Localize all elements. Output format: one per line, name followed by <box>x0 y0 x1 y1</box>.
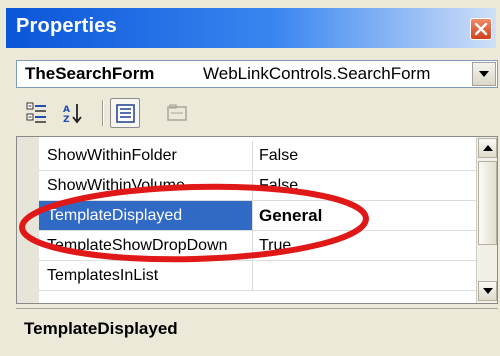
scroll-down-icon <box>483 288 493 294</box>
object-name: TheSearchForm <box>25 64 155 83</box>
chevron-down-icon <box>479 71 489 77</box>
property-name: ShowWithinVolume <box>39 171 253 200</box>
property-row-templates-in-list[interactable]: TemplatesInList <box>39 261 477 291</box>
categorized-button[interactable] <box>22 98 52 128</box>
categorized-icon <box>26 102 46 123</box>
svg-text:Z: Z <box>63 115 70 124</box>
property-row-template-displayed[interactable]: TemplateDisplayed General <box>39 201 477 231</box>
property-pages-button[interactable] <box>162 98 192 128</box>
property-value[interactable]: False <box>253 171 477 200</box>
scroll-thumb[interactable] <box>478 161 497 245</box>
property-name: TemplateShowDropDown <box>39 231 253 260</box>
object-dropdown-button[interactable] <box>472 62 496 86</box>
property-value[interactable] <box>253 261 477 290</box>
properties-icon <box>116 104 135 123</box>
property-row-show-within-folder[interactable]: ShowWithinFolder False <box>39 141 477 171</box>
window-title: Properties <box>16 15 117 37</box>
property-pages-icon <box>167 104 187 121</box>
object-type: WebLinkControls.SearchForm <box>203 64 431 83</box>
property-value[interactable]: False <box>253 141 477 170</box>
close-icon <box>474 22 488 36</box>
property-row-show-within-volume[interactable]: ShowWithinVolume False <box>39 171 477 201</box>
property-row-template-show-drop-down[interactable]: TemplateShowDropDown True <box>39 231 477 261</box>
svg-text:A: A <box>63 105 70 115</box>
property-grid: ShowWithinFolder False ShowWithinVolume … <box>16 136 498 304</box>
properties-window: Properties TheSearchForm WebLinkControls… <box>0 0 500 356</box>
property-name: TemplatesInList <box>39 261 253 290</box>
grid-margin <box>17 137 39 303</box>
alphabetical-icon: A Z <box>63 104 82 124</box>
properties-toolbar: A Z <box>16 94 498 134</box>
close-button[interactable] <box>470 18 492 40</box>
property-value[interactable]: True <box>253 231 477 260</box>
property-value[interactable]: General <box>253 201 477 230</box>
scroll-down-button[interactable] <box>478 281 497 301</box>
vertical-scrollbar[interactable] <box>476 137 497 303</box>
property-name: ShowWithinFolder <box>39 141 253 170</box>
toolbar-separator <box>102 100 103 126</box>
description-panel: TemplateDisplayed <box>16 308 498 352</box>
alphabetical-button[interactable]: A Z <box>58 98 88 128</box>
title-bar[interactable]: Properties <box>6 8 496 48</box>
properties-button[interactable] <box>110 98 140 128</box>
description-title: TemplateDisplayed <box>24 319 178 338</box>
scroll-up-button[interactable] <box>478 138 497 158</box>
scroll-up-icon <box>483 145 493 151</box>
property-name: TemplateDisplayed <box>39 201 253 230</box>
object-selector[interactable]: TheSearchForm WebLinkControls.SearchForm <box>16 60 498 88</box>
